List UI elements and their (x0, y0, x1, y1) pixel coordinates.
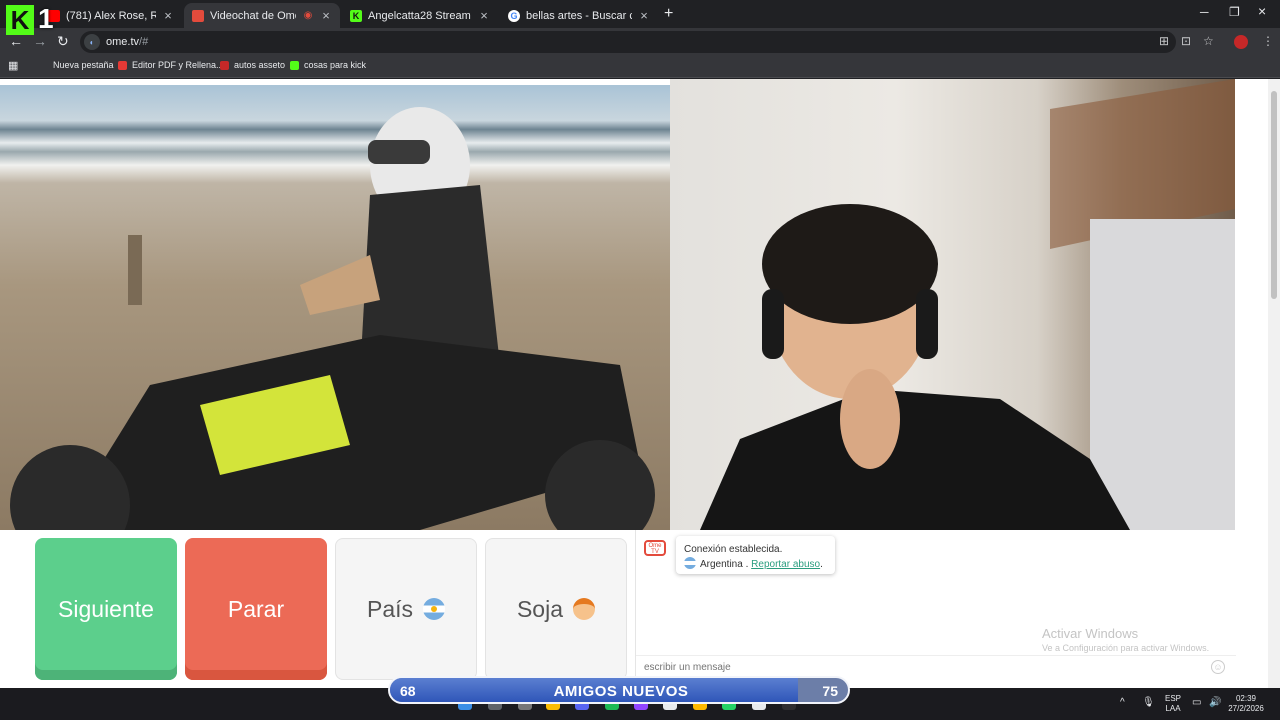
install-icon[interactable]: ⊡ (1181, 34, 1191, 48)
argentina-flag-icon (684, 557, 696, 569)
forward-icon[interactable]: → (33, 33, 47, 49)
self-video (670, 79, 1235, 530)
folder-icon (220, 60, 229, 70)
kick-icon: K (350, 9, 362, 22)
translate-icon[interactable]: ⊞ (1159, 34, 1169, 48)
goal-end-value: 75 (822, 683, 838, 699)
close-window-icon[interactable]: × (1258, 3, 1266, 19)
hand (840, 369, 900, 469)
tab-title: Angelcatta28 Stream - Watch L (368, 9, 472, 22)
menu-icon[interactable]: ⋮ (1262, 34, 1274, 48)
kick-icon (290, 60, 299, 70)
headphone-cup (916, 289, 938, 359)
close-icon[interactable]: × (320, 8, 332, 23)
report-suffix: . (820, 559, 823, 570)
reload-icon[interactable]: ↻ (57, 33, 69, 50)
ometv-page: Siguiente Parar País Soja Ome TV Conexió… (0, 79, 1280, 688)
network-icon[interactable]: ▭ (1192, 698, 1201, 708)
country-filter-button[interactable]: País (335, 538, 477, 680)
tab-kick[interactable]: K Angelcatta28 Stream - Watch L × (342, 3, 498, 28)
site-info-icon[interactable]: ◐ (84, 34, 100, 50)
tab-ometv[interactable]: Videochat de OmeTV: una ◉ × (184, 3, 340, 28)
self-video-frame (700, 79, 1235, 530)
layout-code: LAA (1165, 704, 1181, 713)
tab-youtube[interactable]: (781) Alex Rose, Rauw Alejan × (40, 3, 182, 28)
stranger-video (0, 85, 670, 530)
minimize-icon[interactable]: ─ (1200, 5, 1209, 19)
bookmark-star-icon[interactable]: ☆ (1203, 34, 1214, 48)
address-bar[interactable]: ◐ ome.tv /# (80, 31, 1176, 53)
microphone-icon[interactable]: 🎙 (1142, 698, 1155, 708)
bookmarks-bar: ▦ Nueva pestaña Editor PDF y Rellena... … (0, 56, 1280, 78)
bookmark-label: Editor PDF y Rellena... (132, 60, 224, 70)
back-icon[interactable]: ← (9, 33, 23, 49)
tab-title: bellas artes - Buscar con Googl (526, 9, 632, 22)
follower-goal-bar: 68 AMIGOS NUEVOS 75 (388, 676, 850, 704)
goal-label: AMIGOS NUEVOS (553, 683, 689, 700)
bookmark-label: Nueva pestaña (53, 60, 114, 70)
kick-logo-overlay: K (6, 5, 34, 35)
connection-status: Conexión establecida. (684, 544, 783, 555)
gender-button-label: Soja (516, 595, 564, 622)
pdf-icon (118, 60, 127, 70)
new-tab-button[interactable]: + (664, 5, 673, 23)
next-button-label: Siguiente (58, 595, 154, 622)
bookmark-autos-asseto[interactable]: autos asseto (220, 60, 285, 70)
country-line: Argentina . Reportar abuso. (684, 557, 827, 572)
shirt (700, 389, 1130, 530)
browser-tab-strip: (781) Alex Rose, Rauw Alejan × Videochat… (0, 0, 1280, 28)
chat-panel: Ome TV Conexión establecida. Argentina .… (635, 530, 1236, 686)
language-code: ESP (1164, 694, 1181, 703)
tab-google[interactable]: G bellas artes - Buscar con Googl × (500, 3, 658, 28)
argentina-flag-icon (423, 598, 446, 620)
page-scrollbar[interactable] (1268, 79, 1280, 688)
scrollbar-thumb[interactable] (1271, 91, 1277, 299)
bookmark-editor-pdf[interactable]: Editor PDF y Rellena... (118, 60, 224, 70)
clock-time: 02:39 (1235, 694, 1257, 703)
boy-emoji-icon (573, 598, 596, 620)
stranger-video-frame (10, 107, 655, 530)
fridge (1090, 219, 1235, 530)
activate-windows-title: Activar Windows (1042, 626, 1139, 641)
url-path: /# (139, 36, 149, 48)
tab-title: Videochat de OmeTV: una (210, 9, 296, 22)
restore-icon[interactable]: ❐ (1229, 5, 1240, 19)
close-icon[interactable]: × (478, 8, 490, 23)
ometv-icon (192, 9, 204, 22)
language-indicator[interactable]: ESP LAA (1163, 694, 1183, 714)
headphone-cup (762, 289, 784, 359)
url-host: ome.tv (106, 36, 140, 48)
close-icon[interactable]: × (638, 8, 650, 23)
bookmark-cosas-para-kick[interactable]: cosas para kick (290, 60, 366, 70)
stop-button[interactable]: Parar (185, 538, 327, 680)
goggles (368, 140, 430, 164)
ometv-logo: Ome TV (644, 540, 666, 556)
system-message: Conexión establecida. Argentina . Report… (676, 536, 835, 574)
smiley-icon[interactable]: ☺ (1211, 660, 1225, 674)
kick-overlay-number: 1 (38, 3, 54, 34)
country-name: Argentina . (700, 559, 749, 570)
browser-toolbar: ← → ↻ ◐ ome.tv /# ⊞ ⊡ ☆ ⋮ (0, 28, 1280, 56)
google-icon: G (508, 9, 520, 22)
gender-filter-button[interactable]: Soja (485, 538, 627, 680)
bookmark-label: cosas para kick (304, 60, 367, 70)
recording-icon: ◉ (303, 10, 313, 21)
hair (762, 204, 938, 324)
tab-title: (781) Alex Rose, Rauw Alejan (66, 9, 156, 22)
clock-date: 27/2/2026 (1228, 704, 1264, 713)
bookmark-label: autos asseto (234, 60, 286, 70)
volume-icon[interactable]: 🔊 (1209, 698, 1221, 708)
stop-button-label: Parar (227, 595, 285, 622)
report-abuse-link[interactable]: Reportar abuso (751, 559, 820, 570)
next-button[interactable]: Siguiente (35, 538, 177, 680)
bookmark-nueva-pestana[interactable]: Nueva pestaña (53, 60, 114, 70)
country-button-label: País (366, 595, 414, 622)
activate-windows-subtitle: Ve a Configuración para activar Windows. (1042, 643, 1210, 653)
close-icon[interactable]: × (162, 8, 174, 23)
chevron-up-icon[interactable]: ^ (1120, 698, 1125, 708)
wooden-post (128, 235, 142, 305)
apps-grid-icon[interactable]: ▦ (8, 59, 18, 72)
profile-avatar[interactable] (1234, 35, 1248, 49)
clock[interactable]: 02:39 27/2/2026 (1226, 694, 1266, 714)
